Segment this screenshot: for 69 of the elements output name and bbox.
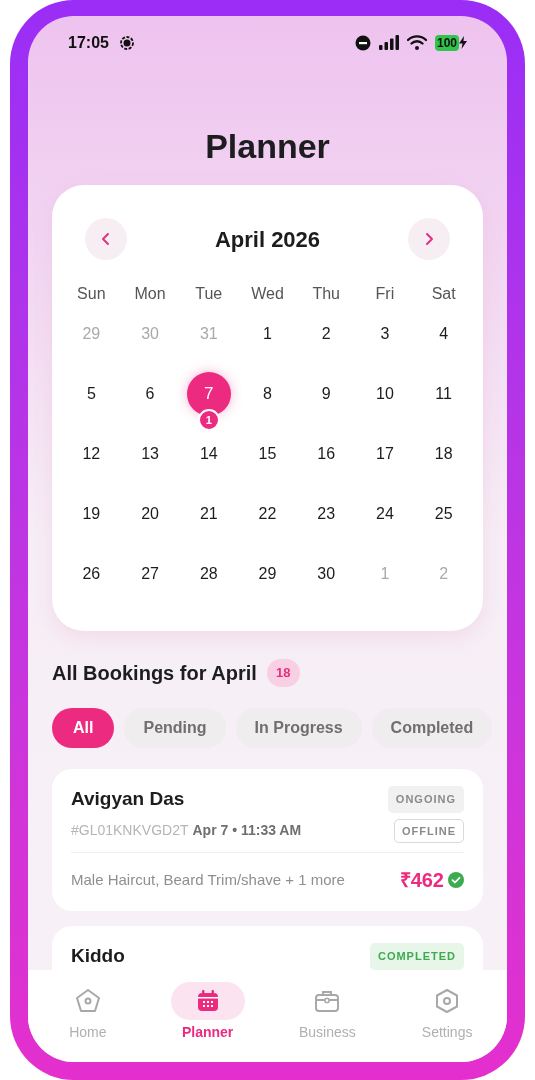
calendar-date[interactable]: 19 [82, 502, 101, 526]
weekday-label: Sun [77, 284, 106, 304]
weekday-label: Mon [134, 284, 166, 304]
calendar-date[interactable]: 22 [258, 502, 277, 526]
month-title: April 2026 [214, 225, 321, 254]
calendar-date[interactable]: 18 [434, 442, 453, 466]
calendar-date[interactable]: 9 [321, 382, 331, 406]
calendar-date[interactable]: 25 [434, 502, 453, 526]
status-time: 17:05 [68, 32, 109, 53]
customer-name: Avigyan Das [71, 787, 185, 812]
filter-tab[interactable]: Completed [371, 708, 493, 748]
filter-tab[interactable]: Pending [124, 708, 226, 748]
calendar-date[interactable]: 3 [380, 322, 390, 346]
booking-card[interactable]: Avigyan Das ONGOING #GL01KNKVGD2T Apr 7 • 11:33 AM OFFLINE Male Haircut, Beard Trim/shave + 1 more ₹462 [52, 769, 483, 911]
chevron-left-icon [101, 232, 111, 246]
filter-tab[interactable]: All [52, 708, 115, 748]
booking-card[interactable]: Kiddo COMPLETED [52, 926, 483, 970]
next-month-button[interactable] [408, 218, 450, 260]
weekday-label: Tue [195, 284, 223, 304]
calendar-date[interactable]: 15 [258, 442, 277, 466]
calendar-date[interactable]: 1 [263, 322, 272, 346]
calendar-date[interactable]: 5 [86, 382, 96, 406]
calendar-date[interactable]: 6 [145, 382, 155, 406]
calendar-date[interactable]: 14 [199, 442, 218, 466]
chevron-right-icon [424, 232, 434, 246]
calendar-date[interactable]: 2 [321, 322, 331, 346]
calendar-date[interactable]: 11 [435, 382, 452, 406]
calendar-date[interactable]: 17 [376, 442, 394, 466]
calendar-date[interactable]: 21 [199, 502, 218, 526]
signal-icon [378, 35, 399, 50]
calendar-date[interactable]: 10 [376, 382, 394, 406]
calendar-date[interactable]: 12 [82, 442, 101, 466]
record-icon [118, 34, 135, 51]
booking-id: #GL01KNKVGD2T [71, 821, 189, 841]
calendar-date[interactable]: 26 [82, 562, 101, 586]
selected-date[interactable]: 7 [186, 372, 231, 416]
calendar-date[interactable]: 29 [258, 562, 277, 586]
amount: ₹462 [399, 868, 444, 893]
weekday-label: Wed [251, 284, 284, 304]
booking-count-badge: 1 [197, 409, 220, 431]
status-badge: ONGOING [387, 786, 464, 813]
calendar-date[interactable]: 20 [141, 502, 159, 526]
count-badge: 18 [266, 659, 300, 687]
calendar-date[interactable]: 13 [141, 442, 159, 466]
calendar-icon [195, 989, 220, 1013]
filter-tab[interactable]: In Progress [235, 708, 362, 748]
calendar-date[interactable]: 27 [141, 562, 159, 586]
calendar-date[interactable]: 24 [376, 502, 394, 526]
calendar-date[interactable]: 16 [317, 442, 336, 466]
battery-level: 100 [434, 34, 459, 51]
customer-name: Kiddo [71, 944, 125, 969]
calendar-date[interactable]: 8 [263, 382, 272, 406]
weekday-label: Thu [312, 284, 340, 304]
calendar-date[interactable]: 28 [199, 562, 218, 586]
do-not-disturb-icon [354, 34, 371, 51]
weekday-label: Sat [431, 284, 456, 304]
services-text: Male Haircut, Beard Trim/shave + 1 more [71, 869, 345, 890]
mode-badge: OFFLINE [393, 818, 464, 843]
weekday-label: Fri [375, 284, 395, 304]
calendar-date[interactable]: 30 [317, 562, 336, 586]
page-title: Planner [205, 126, 330, 166]
booking-time: Apr 7 • 11:33 AM [192, 821, 302, 841]
wifi-icon [406, 35, 427, 50]
previous-month-button[interactable] [85, 218, 127, 260]
calendar-date[interactable]: 23 [317, 502, 336, 526]
status-badge: COMPLETED [369, 943, 464, 970]
nav-tab[interactable]: Planner [147, 982, 268, 1062]
calendar-date[interactable]: 4 [439, 322, 449, 346]
section-heading: All Bookings for April [52, 661, 257, 686]
